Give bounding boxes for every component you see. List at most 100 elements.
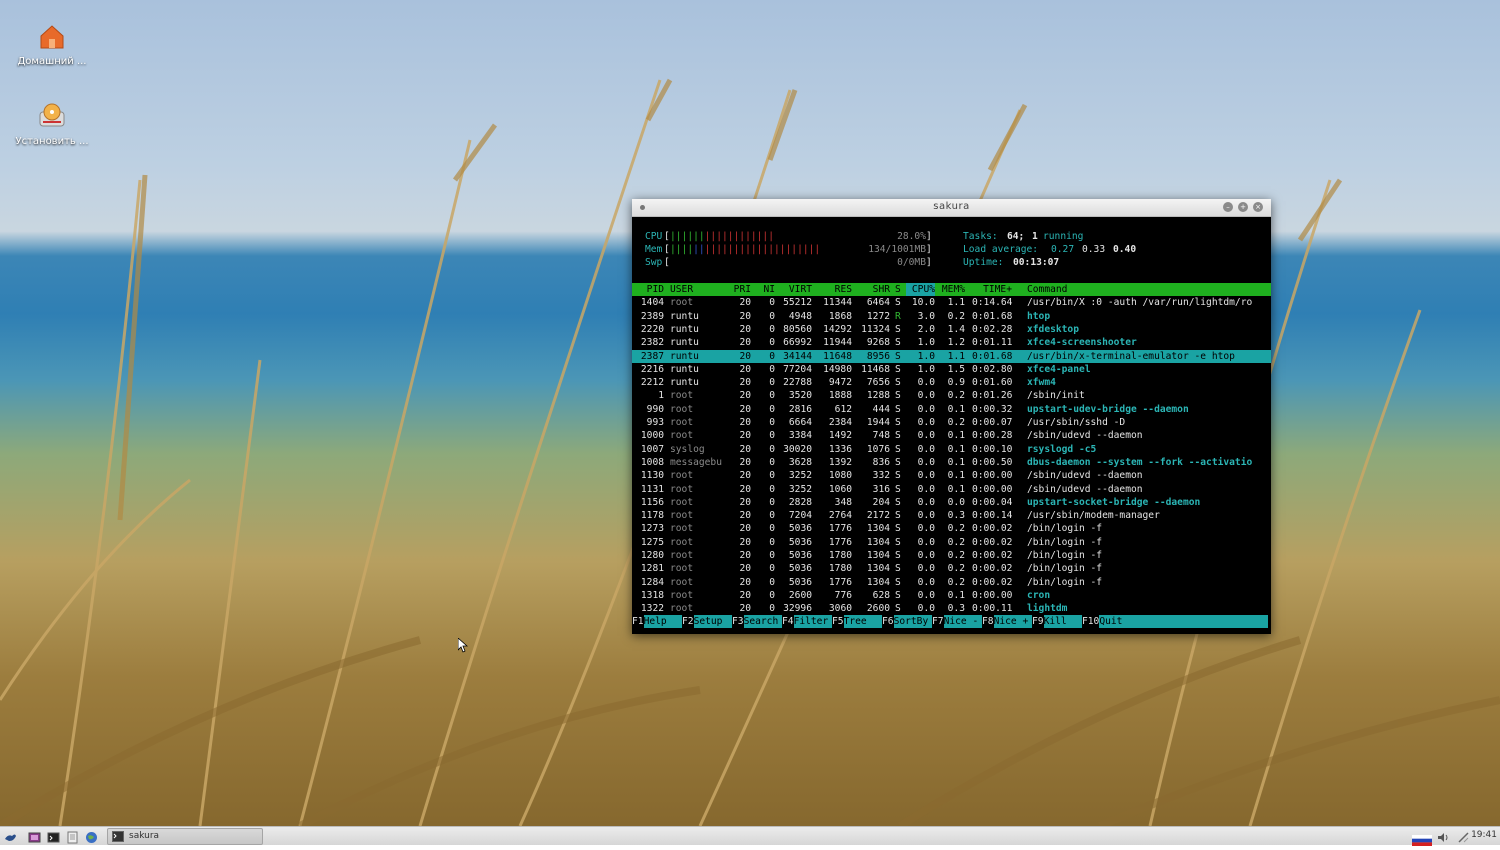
column-header-time[interactable]: TIME+ <box>972 283 1012 296</box>
terminal-window[interactable]: sakura – + × CPU [ |||||||||||||||||| 28… <box>632 199 1271 634</box>
desktop[interactable]: Домашний ... Установить ... sakura – + ×… <box>0 0 1500 826</box>
maximize-button[interactable]: + <box>1238 202 1248 212</box>
fkey-f9[interactable]: F9Kill <box>1032 615 1082 629</box>
process-cell-shr: 11324 <box>861 323 890 335</box>
process-row[interactable]: 1273 root 20 0 5036 1776 1304 S 0.0 0.2 0:00.02/bi… <box>632 522 1271 535</box>
app-launcher-icon[interactable] <box>28 829 41 843</box>
close-button[interactable]: × <box>1253 202 1263 212</box>
process-row[interactable]: 1322 root 20 0 32996 3060 2600 S 0.0 0.3 0:00.11 li… <box>632 602 1271 615</box>
process-row[interactable]: 990 root 20 0 2816 612 444 S 0.0 0.1 0:00.32 upstar… <box>632 403 1271 416</box>
process-cell-pri: 20 <box>739 483 751 495</box>
fkey-f7[interactable]: F7Nice - <box>932 615 982 629</box>
window-titlebar[interactable]: sakura – + × <box>632 199 1271 217</box>
function-key-bar[interactable]: F1Help F2Setup F3Search F4Filter F5Tree F6… <box>632 615 1271 629</box>
process-row[interactable]: 2220 runtu 20 0 80560 14292 11324 S 2.0 1.4 0:02.2… <box>632 323 1271 336</box>
column-header-user[interactable]: USER <box>670 283 693 296</box>
process-cell-cmd: /usr/bin/X :0 -auth /var/run/lightdm/ro <box>1027 297 1253 309</box>
xfce-menu-icon[interactable] <box>4 829 17 842</box>
process-row[interactable]: 1130 root 20 0 3252 1080 332 S 0.0 0.1 0:00.00/sbi… <box>632 469 1271 482</box>
process-cell-ni: 0 <box>769 337 775 349</box>
process-row[interactable]: 2382 runtu 20 0 66992 11944 9268 S 1.0 1.2 0:01.11… <box>632 336 1271 349</box>
process-cell-pid: 2382 <box>640 337 664 349</box>
process-cell-user: runtu <box>670 350 699 362</box>
process-cell-cmd: /usr/bin/x-terminal-emulator -e htop <box>1027 350 1235 362</box>
process-row[interactable]: 1008 messagebu 20 0 3628 1392 836 S 0.0 0.1 0:00.5… <box>632 456 1271 469</box>
process-row[interactable]: 1318 root 20 0 2600 776 628 S 0.0 0.1 0:00.00 cron <box>632 589 1271 602</box>
tasks-count: 64; <box>1007 231 1025 242</box>
process-row[interactable]: 1404 root 20 0 55212 11344 6464 S 10.0 1.1 0:14.64… <box>632 296 1271 309</box>
terminal-launcher-icon[interactable] <box>47 829 60 843</box>
web-browser-icon[interactable] <box>85 829 98 843</box>
process-cell-user: runtu <box>670 377 699 389</box>
process-cell-pid: 2220 <box>640 323 664 335</box>
process-row-selected[interactable]: 2387 runtu 20 0 34144 11648 8956 S 1.0 1.1 0:01.68… <box>632 349 1271 363</box>
process-row[interactable]: 1007 syslog 20 0 30020 1336 1076 S 0.0 0.1 0:00.10… <box>632 443 1271 456</box>
fkey-number: F3 <box>732 616 744 627</box>
process-cell-user: messagebu <box>670 456 722 468</box>
fkey-f6[interactable]: F6SortBy <box>882 615 932 629</box>
process-cell-shr: 1304 <box>866 523 890 535</box>
process-cell-virt: 3384 <box>788 430 812 442</box>
column-header-virt[interactable]: VIRT <box>778 283 812 296</box>
process-table-header[interactable]: PID USER PRI NI VIRT RES SHR S CPU% MEM%… <box>632 283 1271 297</box>
fkey-f3[interactable]: F3Search <box>732 615 782 629</box>
process-row[interactable]: 2212 runtu 20 0 22788 9472 7656 S 0.0 0.9 0:01.60 x… <box>632 376 1271 389</box>
htop-screen[interactable]: CPU [ |||||||||||||||||| 28.0% ] Tasks: … <box>632 217 1271 634</box>
desktop-icon-home[interactable]: Домашний ... <box>7 22 97 67</box>
process-cell-mem: 0.2 <box>947 523 965 535</box>
fkey-f8[interactable]: F8Nice + <box>982 615 1032 629</box>
process-cell-cpu: 0.0 <box>917 576 935 588</box>
process-row[interactable]: 1 root 20 0 3520 1888 1288 S 0.0 0.2 0:01.26/sbin/… <box>632 389 1271 402</box>
minimize-button[interactable]: – <box>1223 202 1233 212</box>
process-cell-user: root <box>670 536 694 548</box>
column-header-pid[interactable]: PID <box>632 283 664 296</box>
file-manager-icon[interactable] <box>66 829 79 844</box>
process-row[interactable]: 1156 root 20 0 2828 348 204 S 0.0 0.0 0:00.04 upsta… <box>632 496 1271 509</box>
process-cell-cmd: lightdm <box>1027 603 1068 615</box>
process-row[interactable]: 1131 root 20 0 3252 1060 316 S 0.0 0.1 0:00.00/sbi… <box>632 483 1271 496</box>
process-row[interactable]: 1281 root 20 0 5036 1780 1304 S 0.0 0.2 0:00.02/bi… <box>632 562 1271 575</box>
column-header-shr[interactable]: SHR <box>854 283 890 296</box>
process-cell-virt: 5036 <box>788 536 812 548</box>
process-row[interactable]: 1284 root 20 0 5036 1776 1304 S 0.0 0.2 0:00.02/bi… <box>632 576 1271 589</box>
taskbar-window-button[interactable]: sakura <box>107 828 263 845</box>
network-icon[interactable] <box>1457 829 1470 843</box>
column-header-s[interactable]: S <box>895 283 901 296</box>
fkey-f2[interactable]: F2Setup <box>682 615 732 629</box>
column-header-pri[interactable]: PRI <box>727 283 751 296</box>
process-cell-res: 776 <box>834 589 852 601</box>
fkey-f1[interactable]: F1Help <box>632 615 682 629</box>
process-cell-user: root <box>670 576 694 588</box>
process-cell-virt: 3252 <box>788 470 812 482</box>
volume-icon[interactable] <box>1437 829 1450 842</box>
process-cell-cmd: /bin/login -f <box>1027 523 1103 535</box>
desktop-icon-install[interactable]: Установить ... <box>7 100 97 147</box>
fkey-f5[interactable]: F5Tree <box>832 615 882 629</box>
column-header-res[interactable]: RES <box>815 283 852 296</box>
process-cell-s: S <box>895 470 901 482</box>
process-row[interactable]: 2389 runtu 20 0 4948 1868 1272 R 3.0 0.2 0:01.68 ht… <box>632 310 1271 323</box>
column-header-mem[interactable]: MEM% <box>938 283 965 296</box>
fkey-f4[interactable]: F4Filter <box>782 615 832 629</box>
mem-label: Mem <box>645 244 663 255</box>
process-row[interactable]: 1280 root 20 0 5036 1780 1304 S 0.0 0.2 0:00.02/bi… <box>632 549 1271 562</box>
process-row[interactable]: 2216 runtu 20 0 77204 14980 11468 S 1.0 1.5 0:02.8… <box>632 363 1271 376</box>
column-header-cpu[interactable]: CPU% <box>906 283 935 297</box>
process-row[interactable]: 1178 root 20 0 7204 2764 2172 S 0.0 0.3 0:00.14/us… <box>632 509 1271 522</box>
column-header-command[interactable]: Command <box>1027 283 1067 296</box>
process-row[interactable]: 993 root 20 0 6664 2384 1944 S 0.0 0.2 0:00.07/usr… <box>632 416 1271 429</box>
process-row[interactable]: 1275 root 20 0 5036 1776 1304 S 0.0 0.2 0:00.02/bi… <box>632 536 1271 549</box>
taskbar-clock[interactable]: 19:41 <box>1471 830 1497 840</box>
process-row[interactable]: 1000 root 20 0 3384 1492 748 S 0.0 0.1 0:00.28/sbi… <box>632 429 1271 442</box>
fkey-f10[interactable]: F10Quit <box>1082 615 1269 629</box>
process-cell-cmd: /usr/sbin/modem-manager <box>1027 510 1160 522</box>
process-cell-cpu: 1.0 <box>917 363 935 375</box>
process-cell-res: 1888 <box>828 390 852 402</box>
process-cell-shr: 2172 <box>866 510 890 522</box>
process-cell-cpu: 0.0 <box>917 403 935 415</box>
process-cell-time: 0:01.11 <box>972 337 1013 349</box>
column-header-ni[interactable]: NI <box>756 283 775 296</box>
russian-flag-icon[interactable] <box>1412 831 1432 846</box>
taskbar[interactable]: sakura 19:41 <box>0 826 1500 846</box>
process-cell-s: S <box>895 603 901 615</box>
